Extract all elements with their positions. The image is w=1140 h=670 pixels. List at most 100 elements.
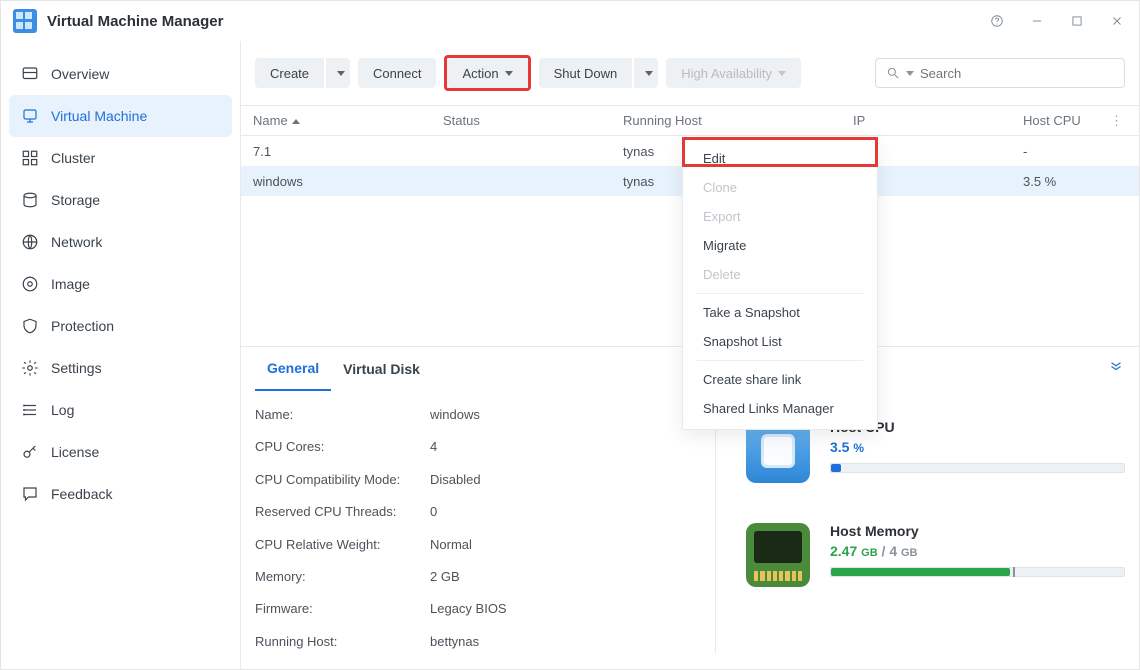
prop-key: Name: [255,407,430,426]
vm-icon [21,107,39,125]
chevron-down-icon [645,71,653,76]
prop-val: 4 [430,439,675,458]
search-input[interactable] [875,58,1125,88]
action-menu-edit[interactable]: Edit [683,144,877,173]
sidebar-item-label: Storage [51,192,100,208]
mem-used-unit: GB [861,547,878,559]
chevron-down-icon [505,71,513,76]
action-menu-clone[interactable]: Clone [683,173,877,202]
prop-val: windows [430,407,675,426]
sidebar-item-overview[interactable]: Overview [9,53,232,95]
sidebar-item-label: Log [51,402,74,418]
sidebar-item-license[interactable]: License [9,431,232,473]
cell-ip: - [853,144,1023,159]
storage-icon [21,191,39,209]
connect-button[interactable]: Connect [358,58,436,88]
action-menu: Edit Clone Export Migrate Delete Take a … [682,137,878,430]
action-label: Action [462,66,498,81]
help-icon[interactable] [987,11,1007,31]
prop-key: CPU Relative Weight: [255,537,430,556]
action-button[interactable]: Action [447,58,527,88]
prop-val: bettynas [430,634,675,653]
sidebar-item-log[interactable]: Log [9,389,232,431]
prop-val: 2 GB [430,569,675,588]
col-ip[interactable]: IP [853,113,1023,128]
sidebar-item-cluster[interactable]: Cluster [9,137,232,179]
ha-button[interactable]: High Availability [666,58,801,88]
prop-key: Memory: [255,569,430,588]
shutdown-button[interactable]: Shut Down [539,58,659,88]
sidebar-item-settings[interactable]: Settings [9,347,232,389]
mem-used: 2.47 [830,543,857,559]
collapse-icon[interactable] [1107,359,1125,380]
shield-icon [21,317,39,335]
action-menu-delete[interactable]: Delete [683,260,877,289]
chevron-down-icon [906,71,914,76]
prop-key: CPU Cores: [255,439,430,458]
col-host[interactable]: Running Host [623,113,853,128]
action-menu-snapshot-list[interactable]: Snapshot List [683,327,877,356]
mem-bar [830,567,1125,577]
maximize-icon[interactable] [1067,11,1087,31]
prop-val: 0 [430,504,675,523]
tab-virtual-disk[interactable]: Virtual Disk [331,347,432,391]
sidebar-item-label: Settings [51,360,102,376]
cpu-value: 3.5 [830,439,849,455]
vm-properties: Name:windows CPU Cores:4 CPU Compatibili… [255,407,675,653]
action-menu-export[interactable]: Export [683,202,877,231]
image-icon [21,275,39,293]
overview-icon [21,65,39,83]
action-menu-shared-links-mgr[interactable]: Shared Links Manager [683,394,877,423]
sidebar-item-label: Image [51,276,90,292]
shutdown-caret[interactable] [634,58,658,88]
mem-total: 4 [889,543,897,559]
search-icon [886,66,900,80]
columns-menu-icon[interactable]: ⋮ [1103,113,1123,129]
action-menu-migrate[interactable]: Migrate [683,231,877,260]
prop-key: Reserved CPU Threads: [255,504,430,523]
col-status[interactable]: Status [443,113,623,128]
search-field[interactable] [920,66,1114,81]
app-icon [13,9,37,33]
network-icon [21,233,39,251]
sidebar-item-virtual-machine[interactable]: Virtual Machine [9,95,232,137]
sidebar-item-storage[interactable]: Storage [9,179,232,221]
cluster-icon [21,149,39,167]
sidebar-item-label: Overview [51,66,109,82]
key-icon [21,443,39,461]
create-caret[interactable] [326,58,350,88]
toolbar: Create Connect Action Shut Down High Ava… [241,41,1139,105]
prop-key: Firmware: [255,601,430,620]
cell-cpu: - [1023,144,1103,159]
sidebar-item-feedback[interactable]: Feedback [9,473,232,515]
cell-name: 7.1 [253,144,443,159]
action-menu-share-link[interactable]: Create share link [683,365,877,394]
memory-icon [746,523,810,587]
prop-key: Running Host: [255,634,430,653]
sidebar-item-label: License [51,444,99,460]
cpu-bar [830,463,1125,473]
gear-icon [21,359,39,377]
prop-val: Normal [430,537,675,556]
connect-label: Connect [373,66,421,81]
col-name[interactable]: Name [253,113,443,128]
sidebar-item-label: Protection [51,318,114,334]
chevron-down-icon [778,71,786,76]
sidebar-item-network[interactable]: Network [9,221,232,263]
prop-val: Disabled [430,472,675,491]
menu-separator [697,360,863,361]
minimize-icon[interactable] [1027,11,1047,31]
col-cpu[interactable]: Host CPU [1023,113,1103,128]
shutdown-label: Shut Down [554,66,618,81]
sidebar-item-image[interactable]: Image [9,263,232,305]
sidebar-item-label: Network [51,234,102,250]
sidebar-item-protection[interactable]: Protection [9,305,232,347]
close-icon[interactable] [1107,11,1127,31]
create-button[interactable]: Create [255,58,350,88]
chevron-down-icon [337,71,345,76]
tab-general[interactable]: General [255,347,331,391]
ha-label: High Availability [681,66,772,81]
prop-val: Legacy BIOS [430,601,675,620]
mem-total-unit: GB [901,547,918,559]
action-menu-snapshot[interactable]: Take a Snapshot [683,298,877,327]
